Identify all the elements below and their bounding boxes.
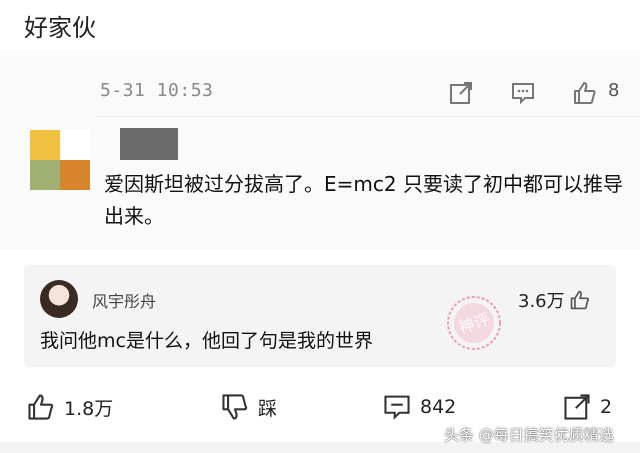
- dislike-button[interactable]: 踩: [220, 392, 277, 422]
- comment-count: 842: [420, 396, 457, 418]
- watermark: 头条 @每日搞笑优质精选: [444, 426, 614, 444]
- thumbs-down-icon: [222, 394, 248, 420]
- avatar[interactable]: [30, 130, 90, 190]
- comment-body: 爱因斯坦被过分拔高了。E=mc2 只要读了初中都可以推导出来。: [104, 172, 623, 228]
- share-external-icon[interactable]: [448, 80, 474, 106]
- like-count: 1.8万: [64, 397, 114, 420]
- reply-body: 我问他mc是什么，他回了句是我的世界: [40, 330, 373, 352]
- page-title: 好家伙: [24, 14, 96, 42]
- share-icon: [564, 394, 590, 420]
- dislike-label: 踩: [258, 397, 278, 420]
- reply-like-count: 3.6万: [518, 291, 565, 312]
- comment-icon: [384, 395, 410, 420]
- reply-like-group[interactable]: 3.6万: [518, 287, 591, 313]
- username-redacted: [120, 128, 178, 160]
- comment-timestamp: 5-31 10:53: [100, 80, 214, 101]
- share-button[interactable]: 2: [562, 392, 612, 422]
- hot-comment-stamp: 神评: [447, 296, 501, 350]
- thumbs-up-icon[interactable]: [569, 289, 591, 311]
- comment-button[interactable]: 842: [382, 392, 456, 422]
- share-count: 2: [600, 396, 613, 418]
- thumbs-up-icon[interactable]: [572, 80, 598, 106]
- divider: [96, 116, 640, 117]
- reply-avatar[interactable]: [40, 280, 78, 318]
- like-count: 8: [608, 80, 620, 101]
- like-button[interactable]: 1.8万: [26, 392, 113, 422]
- reply-author[interactable]: 风宇彤舟: [92, 288, 156, 312]
- thumbs-up-icon: [28, 394, 54, 420]
- comment-icon[interactable]: [510, 80, 536, 106]
- comment-meta: 5-31 10:53: [100, 80, 213, 101]
